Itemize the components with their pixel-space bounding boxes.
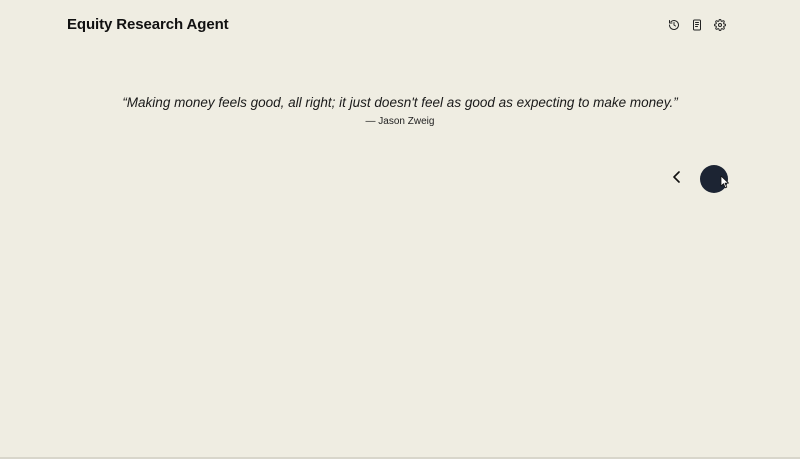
toolbar (666, 17, 727, 32)
settings-button[interactable] (712, 17, 727, 32)
quote-text: “Making money feels good, all right; it … (122, 95, 678, 110)
chevron-left-icon (672, 170, 682, 188)
gear-icon (713, 18, 726, 31)
back-button[interactable] (668, 170, 686, 188)
quote-block: “Making money feels good, all right; it … (0, 95, 800, 127)
history-icon (668, 19, 680, 31)
quote-author: — Jason Zweig (365, 116, 435, 127)
app-header: Equity Research Agent (0, 0, 800, 50)
notebook-icon (691, 19, 703, 31)
app-title: Equity Research Agent (67, 16, 229, 33)
notebook-button[interactable] (689, 17, 704, 32)
history-button[interactable] (666, 17, 681, 32)
primary-circle-button[interactable] (700, 165, 728, 193)
